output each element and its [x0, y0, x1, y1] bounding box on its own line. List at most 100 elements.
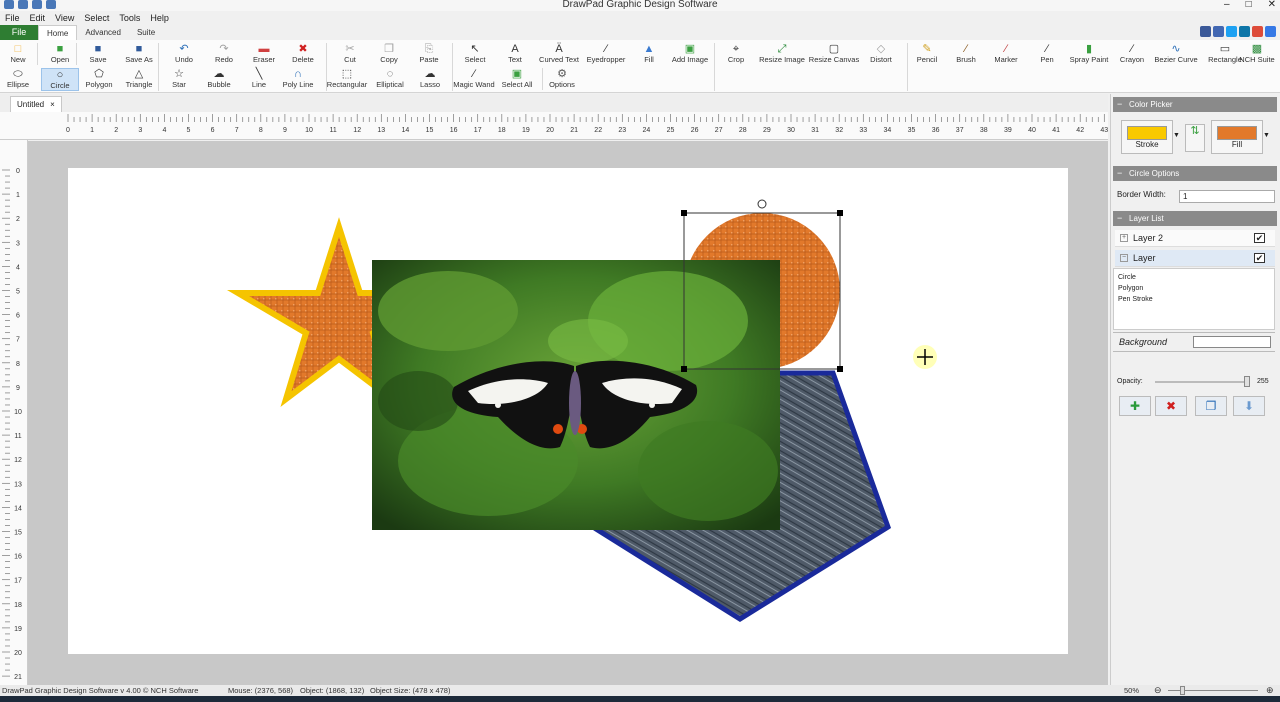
- distort-button[interactable]: ◇ Distort: [861, 43, 901, 64]
- expand-icon[interactable]: +: [1120, 234, 1128, 242]
- layer-row[interactable]: + Layer 2 ✔: [1115, 230, 1275, 247]
- brush-button[interactable]: ∕ Brush: [946, 43, 986, 64]
- minimize-button[interactable]: –: [1224, 0, 1230, 10]
- layer-row[interactable]: − Layer ✔: [1115, 250, 1275, 267]
- swap-colors-icon[interactable]: ⇅: [1185, 124, 1205, 152]
- layer-visible-checkbox[interactable]: ✔: [1254, 253, 1265, 263]
- polygon-button[interactable]: ⬠ Polygon: [80, 68, 118, 89]
- ruler-label: 11: [14, 433, 21, 440]
- paste-button[interactable]: ⎘ Paste: [409, 43, 449, 64]
- menu-edit[interactable]: Edit: [30, 12, 46, 24]
- resize-handle[interactable]: [681, 366, 687, 372]
- menu-file[interactable]: File: [5, 12, 20, 24]
- save-as-button[interactable]: ■ Save As: [119, 43, 159, 64]
- zoom-slider-thumb[interactable]: [1180, 686, 1185, 695]
- collapse-icon[interactable]: −: [1120, 254, 1128, 262]
- social-link-icon[interactable]: [1226, 26, 1237, 37]
- resize-handle[interactable]: [837, 366, 843, 372]
- social-link-icon[interactable]: [1252, 26, 1263, 37]
- circle-button[interactable]: ○ Circle: [41, 68, 79, 91]
- triangle-button[interactable]: △ Triangle: [120, 68, 158, 89]
- poly-line-button[interactable]: ∩ Poly Line: [279, 68, 317, 89]
- crop-button[interactable]: ⌖ Crop: [716, 43, 756, 64]
- options-button[interactable]: ⚙ Options: [543, 68, 581, 89]
- nch-suite-button[interactable]: ▩ NCH Suite: [1237, 43, 1277, 64]
- layer-visible-checkbox[interactable]: ✔: [1254, 233, 1265, 243]
- pencil-button[interactable]: ✎ Pencil: [907, 43, 947, 64]
- line-button[interactable]: ╲ Line: [240, 68, 278, 89]
- close-tab-icon[interactable]: ×: [50, 97, 55, 112]
- tab-advanced[interactable]: Advanced: [77, 25, 129, 40]
- marker-button[interactable]: ∕ Marker: [986, 43, 1026, 64]
- stroke-dropdown-icon[interactable]: ▼: [1173, 132, 1180, 139]
- bezier-curve-button[interactable]: ∿ Bezier Curve: [1154, 43, 1197, 64]
- ellipse-button[interactable]: ⬭ Ellipse: [0, 68, 37, 89]
- menu-select[interactable]: Select: [84, 12, 109, 24]
- bubble-button[interactable]: ☁ Bubble: [200, 68, 238, 89]
- elliptical-button[interactable]: ◌ Elliptical: [371, 68, 409, 89]
- copy-button[interactable]: ❐ Copy: [369, 43, 409, 64]
- delete-layer-icon[interactable]: ✖: [1155, 396, 1187, 416]
- menu-tools[interactable]: Tools: [119, 12, 140, 24]
- social-link-icon[interactable]: [1200, 26, 1211, 37]
- social-link-icon[interactable]: [1265, 26, 1276, 37]
- tab-home[interactable]: Home: [38, 25, 78, 40]
- resize-image-button[interactable]: ⤢ Resize Image: [759, 43, 805, 64]
- tab-file[interactable]: File: [0, 25, 38, 40]
- border-width-field[interactable]: 1: [1179, 190, 1275, 203]
- add-layer-icon[interactable]: ✚: [1119, 396, 1151, 416]
- zoom-out-icon[interactable]: ⊖: [1154, 685, 1162, 696]
- duplicate-layer-icon[interactable]: ❐: [1195, 396, 1227, 416]
- text-button[interactable]: A Text: [495, 43, 535, 64]
- pen-button[interactable]: ∕ Pen: [1027, 43, 1067, 64]
- fill-color-button[interactable]: Fill: [1211, 120, 1263, 154]
- resize-handle[interactable]: [681, 210, 687, 216]
- maximize-button[interactable]: □: [1246, 0, 1252, 10]
- social-link-icon[interactable]: [1213, 26, 1224, 37]
- butterfly-photo[interactable]: [372, 260, 780, 530]
- layer-item[interactable]: Circle: [1118, 272, 1270, 283]
- layer-item[interactable]: Pen Stroke: [1118, 294, 1270, 305]
- eraser-button[interactable]: ▬ Eraser: [244, 43, 284, 64]
- resize-canvas-button[interactable]: ▢ Resize Canvas: [809, 43, 859, 64]
- close-button[interactable]: ✕: [1268, 0, 1276, 10]
- menu-view[interactable]: View: [55, 12, 74, 24]
- new-button[interactable]: □ New: [0, 43, 38, 64]
- social-link-icon[interactable]: [1239, 26, 1250, 37]
- open-button[interactable]: ■ Open: [40, 43, 80, 64]
- ruler-label: 41: [1052, 127, 1060, 134]
- delete-button[interactable]: ✖ Delete: [283, 43, 323, 64]
- lasso-button[interactable]: ☁ Lasso: [411, 68, 449, 89]
- background-color-swatch[interactable]: [1193, 336, 1271, 348]
- undo-button[interactable]: ↶ Undo: [164, 43, 204, 64]
- menu-help[interactable]: Help: [150, 12, 169, 24]
- star-button[interactable]: ☆ Star: [160, 68, 198, 89]
- document-tab[interactable]: Untitled ×: [10, 96, 62, 112]
- curved-text-button[interactable]: Ä Curved Text: [539, 43, 579, 64]
- cut-button[interactable]: ✂ Cut: [330, 43, 370, 64]
- drawing-canvas[interactable]: [28, 141, 1108, 685]
- eyedropper-button[interactable]: ∕ Eyedropper: [586, 43, 626, 64]
- select-button[interactable]: ↖ Select: [455, 43, 495, 64]
- resize-handle[interactable]: [837, 210, 843, 216]
- layer-list-header[interactable]: Layer List: [1113, 211, 1277, 226]
- layer-item[interactable]: Polygon: [1118, 283, 1270, 294]
- stroke-color-button[interactable]: Stroke: [1121, 120, 1173, 154]
- fill-button[interactable]: ▲ Fill: [629, 43, 669, 64]
- circle-options-header[interactable]: Circle Options: [1113, 166, 1277, 181]
- fill-dropdown-icon[interactable]: ▼: [1263, 132, 1270, 139]
- merge-layer-icon[interactable]: ⬇: [1233, 396, 1265, 416]
- select-all-button[interactable]: ▣ Select All: [498, 68, 536, 89]
- opacity-slider[interactable]: [1155, 376, 1250, 387]
- opacity-slider-thumb[interactable]: [1244, 376, 1250, 387]
- magic-wand-button[interactable]: ∕ Magic Wand: [453, 68, 494, 89]
- crayon-button[interactable]: ∕ Crayon: [1112, 43, 1152, 64]
- zoom-in-icon[interactable]: ⊕: [1266, 685, 1274, 696]
- tab-suite[interactable]: Suite: [129, 25, 163, 40]
- add-image-button[interactable]: ▣ Add Image: [670, 43, 710, 64]
- color-picker-header[interactable]: Color Picker: [1113, 97, 1277, 112]
- save-button[interactable]: ■ Save: [78, 43, 118, 64]
- redo-button[interactable]: ↷ Redo: [204, 43, 244, 64]
- rectangular-button[interactable]: ⬚ Rectangular: [327, 68, 367, 89]
- spray-paint-button[interactable]: ▮ Spray Paint: [1069, 43, 1109, 64]
